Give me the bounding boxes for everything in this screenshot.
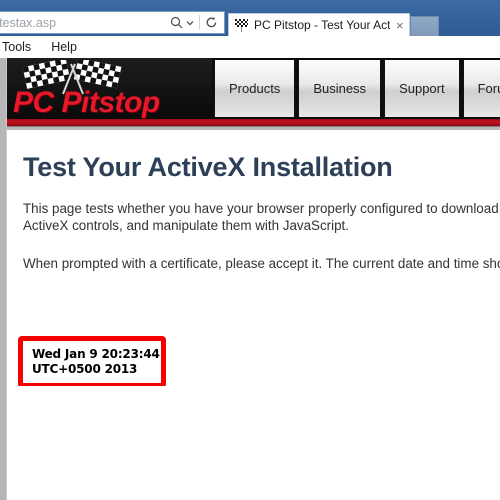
menu-item-tools[interactable]: Tools xyxy=(0,40,41,54)
browser-window: top.com/testax.asp xyxy=(0,0,500,500)
date-time-line-2: UTC+0500 2013 xyxy=(32,362,138,376)
intro-paragraph-line-1: This page tests whether you have your br… xyxy=(23,201,500,216)
browser-titlebar: top.com/testax.asp xyxy=(0,0,500,36)
intro-paragraph-line-2: ActiveX controls, and manipulate them wi… xyxy=(23,218,349,233)
site-logo-text: PC Pitstop xyxy=(13,86,160,119)
address-bar[interactable]: top.com/testax.asp xyxy=(0,11,225,34)
nav-item-forums[interactable]: Forums xyxy=(461,60,500,117)
search-magnifier-icon[interactable] xyxy=(170,16,183,29)
close-icon[interactable]: × xyxy=(396,19,404,32)
tab-active[interactable]: PC Pitstop - Test Your Activ... × xyxy=(228,13,410,36)
tab-strip: PC Pitstop - Test Your Activ... × xyxy=(228,13,439,36)
address-bar-path: /testax.asp xyxy=(0,15,57,30)
tab-title: PC Pitstop - Test Your Activ... xyxy=(254,18,390,32)
page-content: Test Your ActiveX Installation This page… xyxy=(7,130,500,500)
checkered-flag-favicon xyxy=(235,18,249,32)
menu-bar: Tools Help xyxy=(0,36,500,59)
site-logo[interactable]: PC Pitstop xyxy=(7,58,212,119)
site-header: PC Pitstop Products Business Support For… xyxy=(7,58,500,119)
new-tab-button[interactable] xyxy=(409,16,439,36)
chevron-down-icon[interactable] xyxy=(186,19,194,27)
date-time-callout: Wed Jan 9 20:23:44 UTC+0500 2013 xyxy=(18,336,166,388)
nav-item-products[interactable]: Products xyxy=(213,60,297,117)
header-red-rule xyxy=(7,119,500,127)
address-bar-text[interactable]: top.com/testax.asp xyxy=(0,16,170,30)
nav-item-support[interactable]: Support xyxy=(383,60,461,117)
address-bar-icons xyxy=(170,15,224,30)
refresh-icon[interactable] xyxy=(205,16,218,29)
certificate-paragraph: When prompted with a certificate, please… xyxy=(23,256,500,271)
page-title: Test Your ActiveX Installation xyxy=(23,152,393,182)
site-nav: Products Business Support Forums xyxy=(212,58,500,119)
address-bar-divider xyxy=(199,15,200,30)
page-document: PC Pitstop Products Business Support For… xyxy=(6,58,500,500)
menu-item-help[interactable]: Help xyxy=(41,40,87,54)
nav-item-business[interactable]: Business xyxy=(297,60,383,117)
activex-control-area xyxy=(7,386,500,500)
intro-paragraph: This page tests whether you have your br… xyxy=(23,200,500,234)
date-time-line-1: Wed Jan 9 20:23:44 xyxy=(32,347,160,361)
page-viewport: PC Pitstop Products Business Support For… xyxy=(0,58,500,500)
